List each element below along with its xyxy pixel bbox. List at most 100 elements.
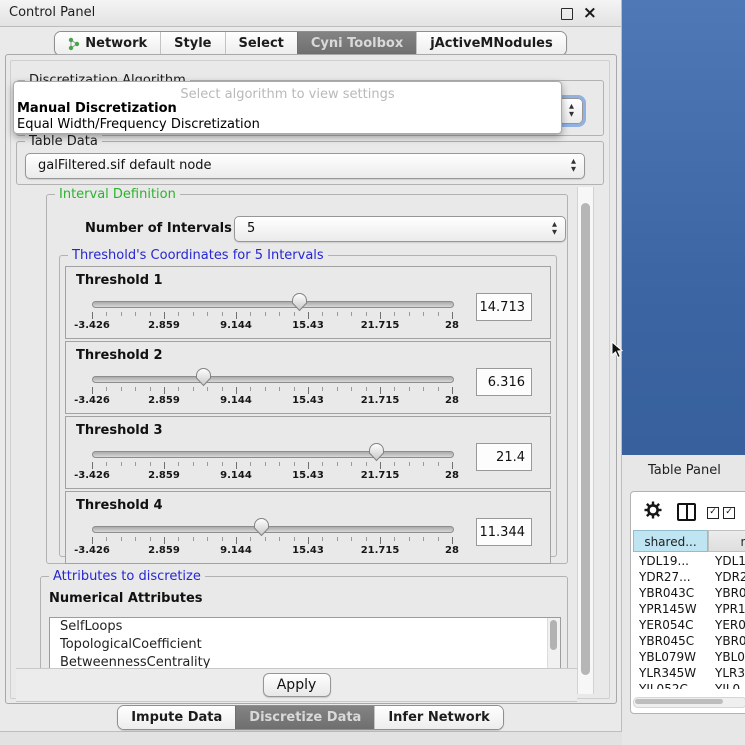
- stepper-arrows-icon: ▲▼: [571, 157, 576, 173]
- tab-label: Impute Data: [131, 710, 222, 725]
- attributes-group-title: Attributes to discretize: [49, 569, 205, 584]
- number-of-intervals-combobox[interactable]: 5 ▲▼: [234, 216, 566, 242]
- table-row[interactable]: YLR345WYLR3: [633, 665, 745, 681]
- slider-ticks: [92, 386, 452, 395]
- tick-label: 2.859: [148, 320, 180, 331]
- stepper-arrows-icon: ▲▼: [569, 102, 574, 118]
- tick-label: 21.715: [361, 470, 400, 481]
- cell-name: YLR3: [709, 665, 745, 681]
- number-of-intervals-value: 5: [247, 221, 255, 236]
- tick-label: -3.426: [74, 320, 110, 331]
- tab-impute-data[interactable]: Impute Data: [118, 706, 235, 729]
- mouse-cursor: [611, 341, 624, 359]
- tab-network[interactable]: Network: [55, 32, 160, 55]
- attribute-list-item[interactable]: SelfLoops: [50, 618, 560, 636]
- tab-style[interactable]: Style: [160, 32, 224, 55]
- table-row[interactable]: YIL052CYIL0: [633, 681, 745, 689]
- checkbox-icon[interactable]: ✓: [707, 507, 719, 519]
- table-row[interactable]: YBR043CYBR0: [633, 585, 745, 601]
- tab-jactivemnodules[interactable]: jActiveMNodules: [416, 32, 566, 55]
- table-data-title: Table Data: [25, 134, 102, 149]
- attribute-list-item[interactable]: BetweennessCentrality: [50, 654, 560, 668]
- table-header-row: shared...na: [633, 530, 745, 552]
- cell-name: YDR2: [709, 569, 745, 585]
- tab-cyni-toolbox[interactable]: Cyni Toolbox: [297, 32, 416, 55]
- float-window-icon[interactable]: [561, 8, 573, 20]
- list-scrollbar[interactable]: [547, 618, 560, 668]
- tick-label: 15.43: [292, 545, 324, 556]
- table-row[interactable]: YPR145WYPR1: [633, 601, 745, 617]
- table-panel-card: ✓ ✓ shared...na YDL19...YDL1YDR27...YDR2…: [630, 491, 745, 714]
- tick-label: 9.144: [220, 320, 252, 331]
- tick-label: 15.43: [292, 470, 324, 481]
- screen: Control Panel × Network StyleSelectCyni T…: [0, 0, 745, 745]
- threshold-panel: Threshold 1-3.4262.8599.14415.4321.71528…: [65, 266, 551, 339]
- column-header-name[interactable]: na: [708, 530, 745, 552]
- tick-label: 28: [445, 545, 459, 556]
- tab-discretize-data[interactable]: Discretize Data: [235, 706, 374, 729]
- threshold-value-field[interactable]: 14.713: [476, 293, 532, 321]
- table-data-combobox[interactable]: galFiltered.sif default node ▲▼: [25, 153, 585, 179]
- table-row[interactable]: YBR045CYBR0: [633, 633, 745, 649]
- threshold-label: Threshold 1: [76, 273, 163, 288]
- table-row[interactable]: YER054CYER0: [633, 617, 745, 633]
- tab-label: Network: [85, 36, 147, 51]
- table-row[interactable]: YDL19...YDL1: [633, 553, 745, 569]
- table-row[interactable]: YBL079WYBL0: [633, 649, 745, 665]
- threshold-label: Threshold 2: [76, 348, 163, 363]
- slider-track[interactable]: [92, 451, 454, 458]
- split-pane-icon[interactable]: [677, 503, 696, 521]
- table-row[interactable]: YDR27...YDR2: [633, 569, 745, 585]
- tick-label: 9.144: [220, 470, 252, 481]
- cell-name: YPR1: [709, 601, 745, 617]
- tab-label: Infer Network: [388, 710, 489, 725]
- scrollbar-thumb[interactable]: [581, 203, 590, 675]
- cell-shared-name: YBR043C: [633, 585, 709, 601]
- close-icon[interactable]: ×: [583, 2, 597, 24]
- slider-thumb[interactable]: [195, 367, 212, 387]
- threshold-label: Threshold 3: [76, 423, 163, 438]
- cell-name: YBR0: [709, 585, 745, 601]
- threshold-value-field[interactable]: 11.344: [476, 518, 532, 546]
- tick-label: 28: [445, 395, 459, 406]
- thresholds-group: Threshold's Coordinates for 5 Intervals …: [59, 255, 557, 557]
- slider-ticks: [92, 461, 452, 470]
- cell-shared-name: YPR145W: [633, 601, 709, 617]
- threshold-value-field[interactable]: 6.316: [476, 368, 532, 396]
- scrollbar-thumb[interactable]: [635, 699, 723, 704]
- numerical-attributes-list[interactable]: SelfLoopsTopologicalCoefficientBetweenne…: [49, 617, 561, 668]
- cell-shared-name: YDR27...: [633, 569, 709, 585]
- tick-label: 28: [445, 320, 459, 331]
- number-of-intervals-label: Number of Intervals: [85, 221, 232, 236]
- attribute-list-item[interactable]: TopologicalCoefficient: [50, 636, 560, 654]
- slider-track[interactable]: [92, 526, 454, 533]
- settings-vertical-scrollbar[interactable]: [577, 187, 594, 694]
- tab-select[interactable]: Select: [225, 32, 297, 55]
- algorithm-hint: Select algorithm to view settings: [14, 87, 561, 102]
- slider-track[interactable]: [92, 376, 454, 383]
- table-data-group: Table Data galFiltered.sif default node …: [16, 141, 604, 185]
- table-horizontal-scrollbar[interactable]: [633, 697, 745, 708]
- cell-name: YBR0: [709, 633, 745, 649]
- slider-thumb[interactable]: [253, 517, 270, 537]
- slider-tick-labels: -3.4262.8599.14415.4321.71528: [92, 395, 452, 408]
- cell-name: YBL0: [709, 649, 745, 665]
- slider-thumb[interactable]: [368, 442, 385, 462]
- slider-thumb[interactable]: [291, 292, 308, 312]
- checkbox-icon[interactable]: ✓: [723, 507, 735, 519]
- algorithm-option-manual[interactable]: Manual Discretization: [17, 101, 177, 116]
- slider-track[interactable]: [92, 301, 454, 308]
- algorithm-option-equal-width[interactable]: Equal Width/Frequency Discretization: [17, 117, 260, 132]
- cell-name: YIL0: [709, 681, 740, 689]
- threshold-value-field[interactable]: 21.4: [476, 443, 532, 471]
- tick-label: 28: [445, 470, 459, 481]
- interval-definition-group: Interval Definition Number of Intervals …: [46, 194, 568, 564]
- column-header-shared-name[interactable]: shared...: [633, 530, 708, 552]
- window-title: Control Panel: [9, 5, 95, 20]
- gear-icon[interactable]: [644, 501, 662, 519]
- cell-shared-name: YLR345W: [633, 665, 709, 681]
- tab-infer-network[interactable]: Infer Network: [374, 706, 502, 729]
- cell-shared-name: YIL052C: [633, 681, 709, 689]
- tick-label: -3.426: [74, 395, 110, 406]
- apply-button[interactable]: Apply: [263, 673, 331, 697]
